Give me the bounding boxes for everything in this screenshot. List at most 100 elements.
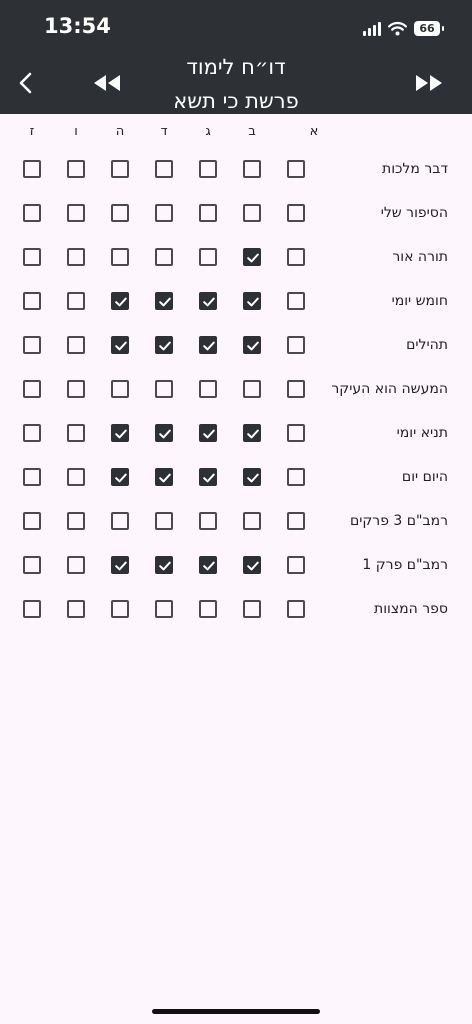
checkbox-empty-icon[interactable] xyxy=(23,600,41,618)
checkbox-checked-icon[interactable] xyxy=(243,468,261,486)
signal-icon xyxy=(363,20,381,36)
study-row: היום יום xyxy=(0,456,472,500)
study-row: רמב"ם פרק 1 xyxy=(0,544,472,588)
checkbox-empty-icon[interactable] xyxy=(111,160,129,178)
checkbox-checked-icon[interactable] xyxy=(243,292,261,310)
study-row: המעשה הוא העיקר xyxy=(0,368,472,412)
checkbox-checked-icon[interactable] xyxy=(243,424,261,442)
checkbox-empty-icon[interactable] xyxy=(287,336,305,354)
checkbox-checked-icon[interactable] xyxy=(111,336,129,354)
checkbox-empty-icon[interactable] xyxy=(287,292,305,310)
checkbox-empty-icon[interactable] xyxy=(111,204,129,222)
checkbox-empty-icon[interactable] xyxy=(243,204,261,222)
checkbox-empty-icon[interactable] xyxy=(67,248,85,266)
checkbox-checked-icon[interactable] xyxy=(155,468,173,486)
checkbox-checked-icon[interactable] xyxy=(111,424,129,442)
study-item-label: רמב"ם פרק 1 xyxy=(362,557,448,573)
checkbox-empty-icon[interactable] xyxy=(243,380,261,398)
checkbox-checked-icon[interactable] xyxy=(155,424,173,442)
checkbox-empty-icon[interactable] xyxy=(67,424,85,442)
checkbox-empty-icon[interactable] xyxy=(199,248,217,266)
checkbox-checked-icon[interactable] xyxy=(155,556,173,574)
checkbox-checked-icon[interactable] xyxy=(199,556,217,574)
checkbox-checked-icon[interactable] xyxy=(199,292,217,310)
checkbox-empty-icon[interactable] xyxy=(23,380,41,398)
checkbox-empty-icon[interactable] xyxy=(111,380,129,398)
checkbox-checked-icon[interactable] xyxy=(243,556,261,574)
checkbox-empty-icon[interactable] xyxy=(287,248,305,266)
checkbox-empty-icon[interactable] xyxy=(243,160,261,178)
checkbox-empty-icon[interactable] xyxy=(67,160,85,178)
checkbox-checked-icon[interactable] xyxy=(243,336,261,354)
checkbox-empty-icon[interactable] xyxy=(23,336,41,354)
checkbox-empty-icon[interactable] xyxy=(155,600,173,618)
checkbox-empty-icon[interactable] xyxy=(23,512,41,530)
checkbox-empty-icon[interactable] xyxy=(23,424,41,442)
checkbox-checked-icon[interactable] xyxy=(111,292,129,310)
checkbox-empty-icon[interactable] xyxy=(243,512,261,530)
checkbox-empty-icon[interactable] xyxy=(287,204,305,222)
day-header: ג xyxy=(205,124,211,139)
study-item-label: המעשה הוא העיקר xyxy=(331,381,448,397)
study-item-label: הסיפור שלי xyxy=(380,205,448,221)
battery-icon: 66 xyxy=(414,20,444,36)
checkbox-empty-icon[interactable] xyxy=(67,468,85,486)
day-header: א xyxy=(309,124,319,139)
checkbox-empty-icon[interactable] xyxy=(287,556,305,574)
checkbox-empty-icon[interactable] xyxy=(67,380,85,398)
checkbox-empty-icon[interactable] xyxy=(67,204,85,222)
checkbox-empty-icon[interactable] xyxy=(23,468,41,486)
checkbox-checked-icon[interactable] xyxy=(155,336,173,354)
checkbox-empty-icon[interactable] xyxy=(287,380,305,398)
checkbox-empty-icon[interactable] xyxy=(67,336,85,354)
study-item-label: תורה אור xyxy=(392,249,448,265)
checkbox-empty-icon[interactable] xyxy=(155,248,173,266)
checkbox-empty-icon[interactable] xyxy=(199,512,217,530)
checkbox-checked-icon[interactable] xyxy=(243,248,261,266)
study-item-label: רמב"ם 3 פרקים xyxy=(349,513,448,529)
checkbox-empty-icon[interactable] xyxy=(155,204,173,222)
status-icons: 66 xyxy=(363,16,444,40)
checkbox-empty-icon[interactable] xyxy=(23,204,41,222)
checkbox-checked-icon[interactable] xyxy=(199,424,217,442)
study-row: דבר מלכות xyxy=(0,148,472,192)
checkbox-empty-icon[interactable] xyxy=(199,600,217,618)
checkbox-empty-icon[interactable] xyxy=(155,380,173,398)
checkbox-checked-icon[interactable] xyxy=(155,292,173,310)
app-header: 13:54 66 דו״ח לימוד פרשת כי תשא xyxy=(0,0,472,114)
checkbox-empty-icon[interactable] xyxy=(67,292,85,310)
checkbox-empty-icon[interactable] xyxy=(23,292,41,310)
day-header: ו xyxy=(74,124,78,139)
checkbox-checked-icon[interactable] xyxy=(199,468,217,486)
checkbox-empty-icon[interactable] xyxy=(111,600,129,618)
checkbox-empty-icon[interactable] xyxy=(287,160,305,178)
checkbox-empty-icon[interactable] xyxy=(111,248,129,266)
checkbox-empty-icon[interactable] xyxy=(287,424,305,442)
checkbox-checked-icon[interactable] xyxy=(111,468,129,486)
day-header: ב xyxy=(248,124,256,139)
checkbox-empty-icon[interactable] xyxy=(243,600,261,618)
checkbox-empty-icon[interactable] xyxy=(23,248,41,266)
home-indicator xyxy=(152,1009,320,1014)
checkbox-empty-icon[interactable] xyxy=(287,512,305,530)
checkbox-empty-icon[interactable] xyxy=(155,512,173,530)
checkbox-empty-icon[interactable] xyxy=(67,600,85,618)
page-title: דו״ח לימוד xyxy=(186,55,286,79)
checkbox-empty-icon[interactable] xyxy=(199,380,217,398)
checkbox-empty-icon[interactable] xyxy=(199,204,217,222)
checkbox-empty-icon[interactable] xyxy=(199,160,217,178)
checkbox-empty-icon[interactable] xyxy=(67,512,85,530)
study-item-label: דבר מלכות xyxy=(382,161,448,177)
checkbox-empty-icon[interactable] xyxy=(287,468,305,486)
checkbox-empty-icon[interactable] xyxy=(67,556,85,574)
checkbox-empty-icon[interactable] xyxy=(111,512,129,530)
checkbox-checked-icon[interactable] xyxy=(199,336,217,354)
checkbox-empty-icon[interactable] xyxy=(287,600,305,618)
checkbox-empty-icon[interactable] xyxy=(155,160,173,178)
checkbox-checked-icon[interactable] xyxy=(111,556,129,574)
parsha-subtitle: פרשת כי תשא xyxy=(173,89,299,113)
checkbox-empty-icon[interactable] xyxy=(23,556,41,574)
checkbox-empty-icon[interactable] xyxy=(23,160,41,178)
study-row: תורה אור xyxy=(0,236,472,280)
study-item-label: ספר המצוות xyxy=(374,601,448,617)
